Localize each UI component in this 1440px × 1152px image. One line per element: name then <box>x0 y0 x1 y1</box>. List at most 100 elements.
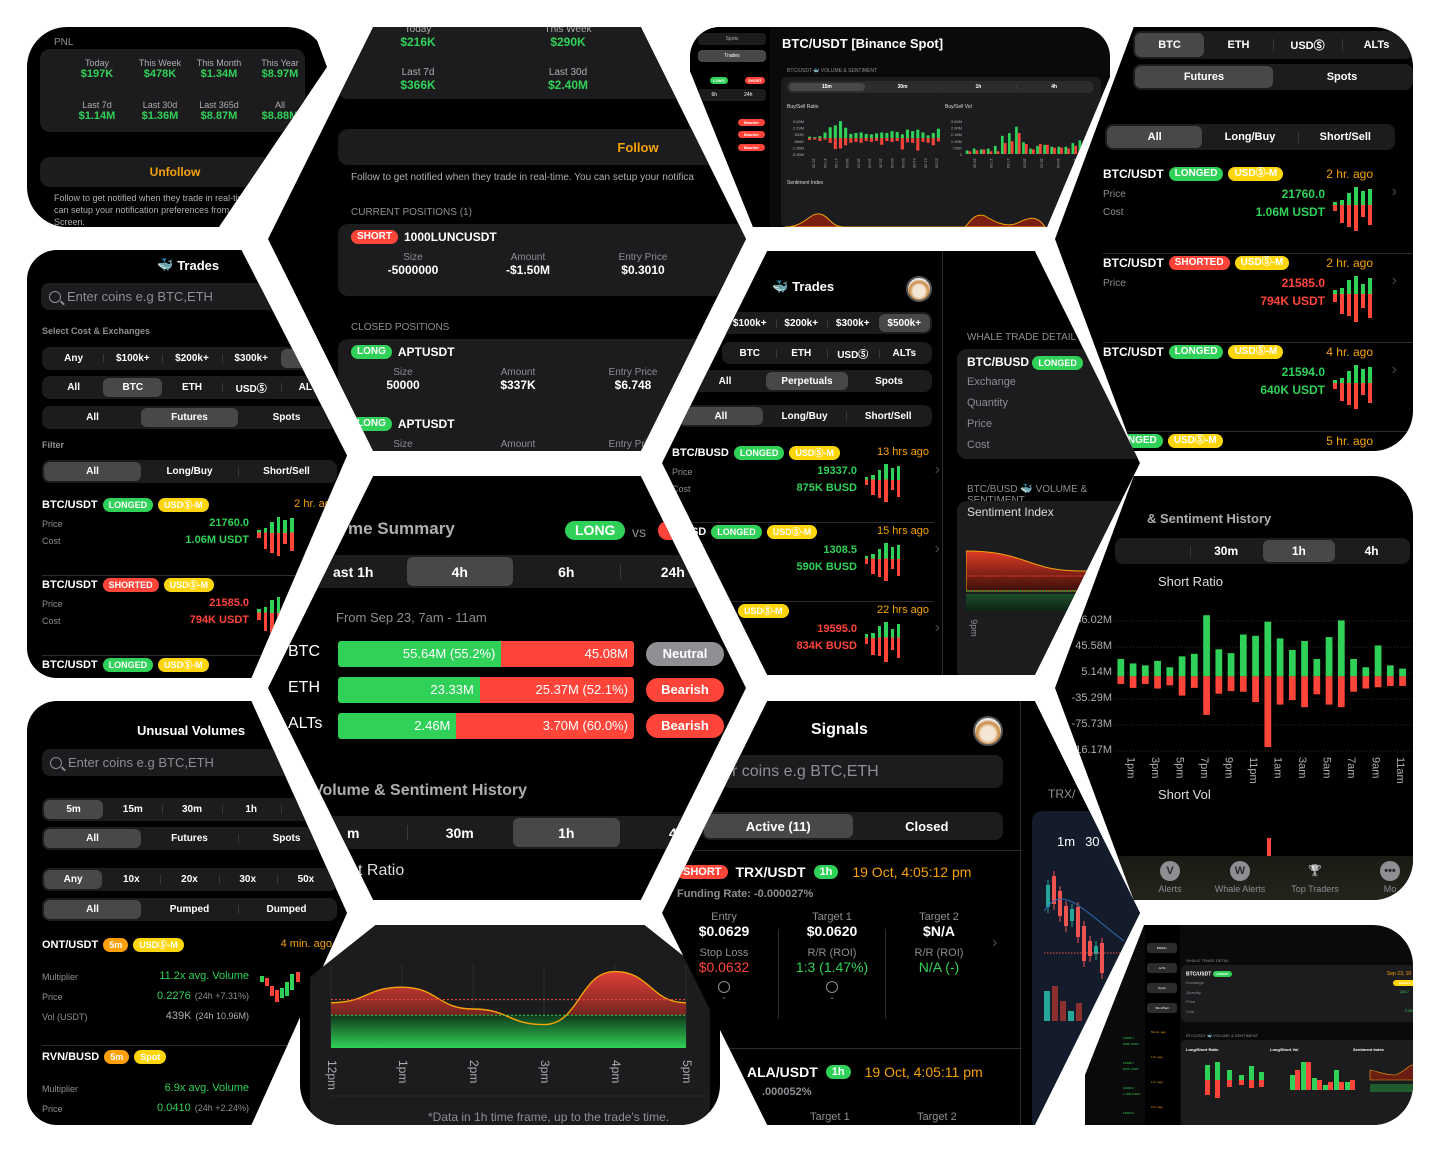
tab-ast-1h[interactable]: ast 1h <box>300 557 407 586</box>
tab-all[interactable]: All <box>44 378 103 397</box>
tab--100k-[interactable]: $100k+ <box>103 349 162 368</box>
tab-short-sell[interactable]: Short/Sell <box>238 462 335 481</box>
tab-all[interactable]: All <box>44 462 141 481</box>
chevron-right-icon[interactable]: › <box>935 619 940 637</box>
sidebar-timeframe[interactable]: 6h 24h <box>698 89 766 101</box>
chevron-right-icon[interactable]: › <box>992 934 997 952</box>
tab-1h[interactable]: 1h <box>1262 540 1336 562</box>
tab-dumped[interactable]: Dumped <box>238 900 335 919</box>
sidebar-tab[interactable]: Short/Sell <box>1147 1003 1177 1013</box>
tab-10x[interactable]: 10x <box>102 870 160 889</box>
tab-long-buy[interactable]: Long/Buy <box>141 462 238 481</box>
tab-alts[interactable]: ALTs <box>878 344 931 362</box>
tab-eth[interactable]: ETH <box>775 344 828 362</box>
tab-50x[interactable]: 50x <box>276 870 335 889</box>
tab--100k-[interactable]: $100k+ <box>724 314 776 332</box>
tab-all[interactable]: All <box>1107 126 1203 148</box>
tab-futures[interactable]: Futures <box>141 829 238 848</box>
coin-search-input[interactable]: r coins e.g BTC,ETH <box>722 755 1003 788</box>
avatar[interactable] <box>906 276 932 302</box>
tab-15m[interactable]: 15m <box>789 83 865 91</box>
tab-spots[interactable]: Spots <box>1273 66 1411 88</box>
tab--300k-[interactable]: $300k+ <box>221 349 281 368</box>
tab-closed[interactable]: Closed <box>853 814 1002 838</box>
tab-btc[interactable]: BTC <box>1135 33 1204 57</box>
tab-btc[interactable]: BTC <box>103 378 163 397</box>
sidebar-tab[interactable]: ALTs <box>1147 963 1177 973</box>
tab-any[interactable]: Any <box>44 870 103 889</box>
tab-all[interactable]: All <box>679 407 763 425</box>
trade-row[interactable]: BTC/USDT SHORTED USDⓈ-M 2 hr. ago Price 21585… <box>1103 256 1413 345</box>
tab-all[interactable]: All <box>44 829 141 848</box>
chevron-right-icon[interactable]: › <box>1392 183 1397 201</box>
tab-30m[interactable]: 30m <box>1189 540 1263 562</box>
tab-perpetuals[interactable]: Perpetuals <box>766 372 848 390</box>
tab-active-11-[interactable]: Active (11) <box>704 814 853 838</box>
trade-row[interactable]: BTC/USDT LONGED USDⓈ-M 2 hr. ago Price Cost 21… <box>42 498 347 578</box>
tab--500k-[interactable]: $500k+ <box>878 314 930 332</box>
tab-item[interactable] <box>1117 540 1190 562</box>
tab-30x[interactable]: 30x <box>218 870 277 889</box>
tab-eth[interactable]: ETH <box>162 378 221 397</box>
tab-4h[interactable]: 4h <box>1335 540 1408 562</box>
coin-search-input[interactable]: Enter coins e.g BTC,ETH <box>41 283 331 310</box>
tab-btc[interactable]: BTC <box>724 344 776 362</box>
trade-row[interactable]: BTC/USDT LONGED USDⓈ-M 4 hr. ago 21594.0 640K… <box>1103 345 1413 434</box>
tab-alts[interactable]: ALTs <box>280 378 340 397</box>
tab-spots[interactable]: Spots <box>238 408 335 427</box>
tab-spots[interactable]: Spots <box>848 372 930 390</box>
chevron-right-icon[interactable]: › <box>935 461 940 479</box>
chevron-right-icon[interactable]: › <box>1392 272 1397 290</box>
tab-20x[interactable]: 20x <box>160 870 218 889</box>
tab-15m[interactable]: 15m <box>103 800 162 819</box>
tab-24h[interactable]: 24h <box>744 92 752 98</box>
tab-1h[interactable]: 1h <box>513 818 620 847</box>
tab-futures[interactable]: Futures <box>1135 66 1273 88</box>
tab--300k-[interactable]: $300k+ <box>827 314 879 332</box>
unfollow-button[interactable]: Unfollow <box>40 157 310 187</box>
tab-30m[interactable]: 30 <box>1085 834 1099 849</box>
tab-1m[interactable]: 1m <box>1057 834 1075 849</box>
tab-30m[interactable]: 30m <box>406 818 514 847</box>
tab-long-buy[interactable]: Long/Buy <box>1202 126 1297 148</box>
tab-6h[interactable]: 6h <box>712 92 718 98</box>
avatar[interactable] <box>973 716 1003 746</box>
tab-usd-[interactable]: USDⓈ <box>1273 33 1342 57</box>
tab-6h[interactable]: 6h <box>513 557 620 586</box>
tab--200k-[interactable]: $200k+ <box>775 314 828 332</box>
tab-24h[interactable]: 24h <box>619 557 727 586</box>
tab-any[interactable]: Any <box>44 349 103 368</box>
tab-30m[interactable]: 30m <box>865 83 941 91</box>
tab-usd-[interactable]: USDⓈ <box>221 378 281 397</box>
tab-futures[interactable]: Futures <box>141 408 238 427</box>
follow-button[interactable]: Follow <box>338 129 746 165</box>
sidebar-tab[interactable]: $500k+ <box>1147 943 1177 953</box>
sidebar-spots[interactable]: Spots <box>698 33 766 45</box>
tab-4h[interactable]: 4h <box>1016 83 1092 91</box>
trade-row[interactable]: BTC/USDT LONGED USDⓈ-M 2 hr. ago Price Cost 21… <box>1103 167 1413 256</box>
tab-m[interactable]: m <box>300 818 407 847</box>
tab-1h[interactable]: 1h <box>940 83 1017 91</box>
tab-alts[interactable]: ALTs <box>1342 33 1411 57</box>
chevron-right-icon[interactable]: › <box>935 540 940 558</box>
tab-all[interactable]: All <box>44 900 141 919</box>
tab-5m[interactable]: 5m <box>44 800 104 819</box>
unusual-volume-row[interactable]: RVN/BUSD5mSpot4MultiplierPriceVol (USDT)… <box>42 1050 342 1125</box>
trade-row[interactable]: /BUSD LONGED USDⓈ-M 15 hrs ago 1308.5 590K BU… <box>672 525 940 604</box>
tab-spots[interactable]: Spots <box>238 829 335 848</box>
tab-all[interactable]: All <box>684 372 766 390</box>
tab-usd-[interactable]: USDⓈ <box>827 344 879 362</box>
trade-row[interactable]: LONGED USDⓈ-M 5 hr. ago <box>1103 434 1413 451</box>
trade-row[interactable]: BTC/BUSD LONGED USDⓈ-M 13 hrs ago Price Cost 1… <box>672 446 940 525</box>
sidebar-tab[interactable]: Spots <box>1147 983 1177 993</box>
tab-long-buy[interactable]: Long/Buy <box>763 407 847 425</box>
tab-all[interactable]: All <box>44 408 141 427</box>
tab-pumped[interactable]: Pumped <box>141 900 238 919</box>
tab-short-sell[interactable]: Short/Sell <box>846 407 930 425</box>
tab-4h[interactable]: 4h <box>406 557 513 586</box>
tab-short-sell[interactable]: Short/Sell <box>1297 126 1393 148</box>
coin-search-input[interactable]: Enter coins e.g BTC,ETH <box>42 749 332 776</box>
tab-eth[interactable]: ETH <box>1204 33 1273 57</box>
tab-30m[interactable]: 30m <box>162 800 221 819</box>
tab-1h[interactable]: 1h <box>221 800 281 819</box>
